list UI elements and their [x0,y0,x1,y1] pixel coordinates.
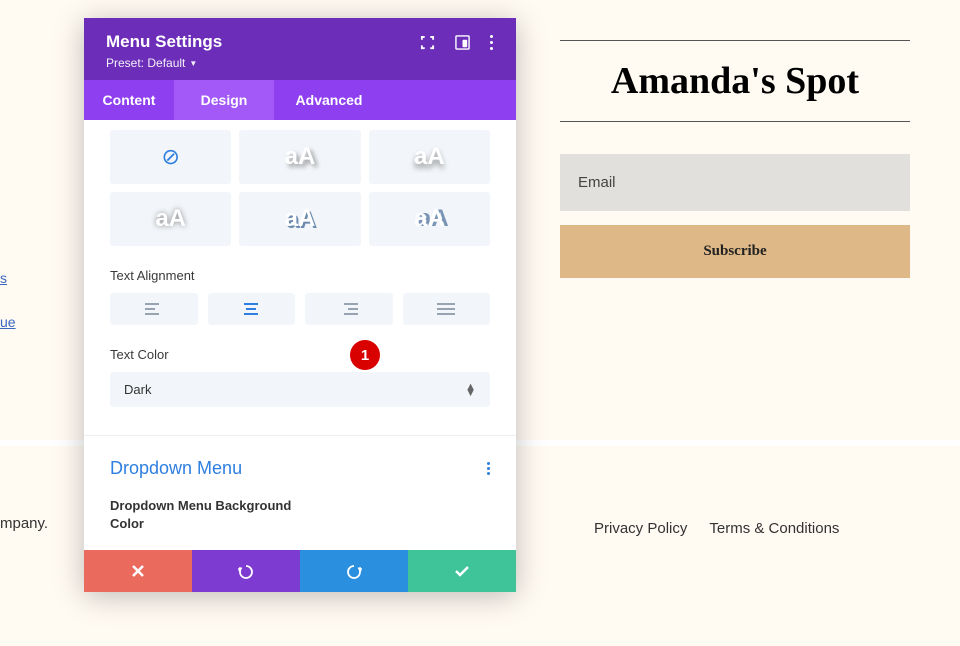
tabs: Content Design Advanced [84,80,516,120]
preset-selector[interactable]: Preset: Default ▼ [106,56,494,70]
check-icon [454,563,470,579]
undo-button[interactable] [192,550,300,592]
dropdown-bg-label: Dropdown Menu Background Color [110,497,310,533]
bg-link-ue[interactable]: ue [0,314,16,330]
align-left-button[interactable] [110,293,198,325]
save-button[interactable] [408,550,516,592]
tab-design[interactable]: Design [174,80,274,120]
text-style-3[interactable]: aA [110,192,231,246]
email-input[interactable]: Email [560,154,910,211]
menu-settings-panel: Menu Settings Preset: Default ▼ Content … [84,18,516,592]
expand-icon[interactable] [420,35,435,50]
redo-icon [346,563,362,579]
text-style-none[interactable]: ⊘ [110,130,231,184]
dropdown-menu-section[interactable]: Dropdown Menu [110,458,242,479]
subscribe-button[interactable]: Subscribe [560,225,910,278]
company-text: mpany. [0,515,48,532]
select-arrow-icon: ▲▼ [465,384,476,396]
bg-link-s[interactable]: s [0,270,16,286]
text-color-select[interactable]: Dark ▲▼ [110,372,490,407]
section-more-icon[interactable] [487,462,490,476]
footer-link-privacy[interactable]: Privacy Policy [594,520,687,537]
text-alignment-label: Text Alignment [110,268,490,283]
align-right-button[interactable] [305,293,393,325]
text-color-label: Text Color [110,347,490,362]
responsive-icon[interactable] [455,35,470,50]
text-style-1[interactable]: aA [239,130,360,184]
text-style-4[interactable]: aA [239,192,360,246]
undo-icon [238,563,254,579]
text-style-2[interactable]: aA [369,130,490,184]
align-justify-button[interactable] [403,293,491,325]
annotation-badge-1: 1 [350,340,380,370]
more-icon[interactable] [490,35,494,50]
site-title: Amanda's Spot [560,40,910,122]
redo-button[interactable] [300,550,408,592]
text-style-5[interactable]: aA [369,192,490,246]
cancel-button[interactable] [84,550,192,592]
align-center-button[interactable] [208,293,296,325]
footer-link-terms[interactable]: Terms & Conditions [709,520,839,537]
close-icon [130,563,146,579]
none-icon: ⊘ [161,144,179,170]
tab-content[interactable]: Content [84,80,174,120]
panel-title: Menu Settings [106,32,222,52]
tab-advanced[interactable]: Advanced [274,80,384,120]
